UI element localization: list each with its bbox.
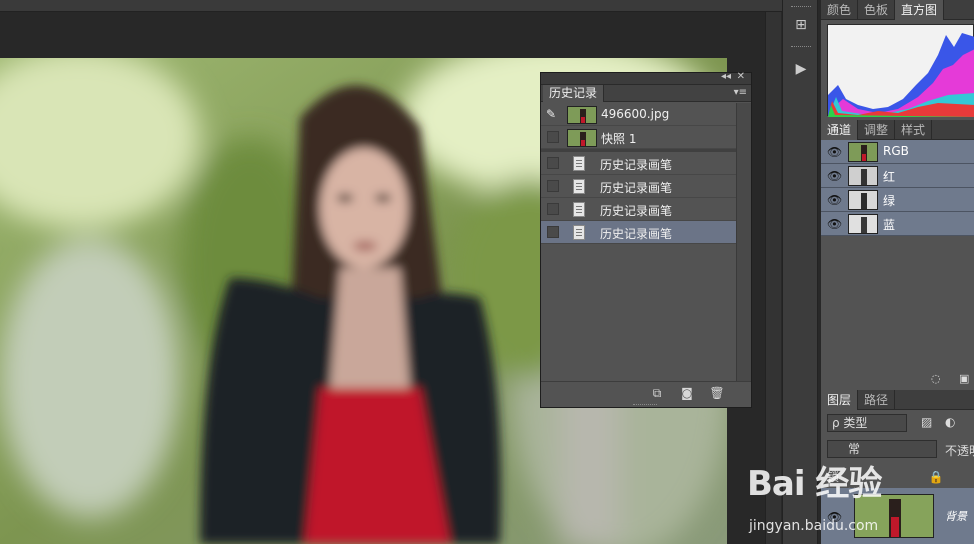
history-state[interactable]: 历史记录画笔 <box>541 175 736 198</box>
history-tab-bar: 历史记录 ▾≡ <box>541 85 751 102</box>
panel-gripper-icon[interactable] <box>791 6 811 9</box>
history-brush-source-icon[interactable]: ✎ <box>546 107 560 121</box>
history-brush-source-checkbox[interactable] <box>547 226 559 238</box>
channel-row[interactable]: 👁 蓝 <box>821 212 974 236</box>
history-state-icon <box>573 202 585 217</box>
history-state-icon <box>573 156 585 171</box>
snapshot-label: 快照 1 <box>601 132 637 146</box>
history-state[interactable]: 历史记录画笔 <box>541 198 736 221</box>
filter-adjustment-icon[interactable]: ◐ <box>945 415 955 429</box>
tab-swatches[interactable]: 色板 <box>858 0 896 20</box>
history-brush-source-checkbox[interactable] <box>547 157 559 169</box>
lock-label: 锁 <box>827 470 840 484</box>
new-document-from-state-icon[interactable]: ⧉ <box>649 386 665 400</box>
layer-thumbnail <box>854 494 934 538</box>
histogram-graph <box>827 24 974 117</box>
history-state-label: 历史记录画笔 <box>600 158 673 172</box>
snapshot-thumbnail <box>567 106 597 124</box>
histogram-panel: 颜色 色板 直方图 <box>821 0 974 120</box>
channel-row[interactable]: 👁 RGB <box>821 140 974 164</box>
history-state-label: 历史记录画笔 <box>600 181 673 195</box>
layers-panel: 图层路径 ρ 类型 ▨ ◐ 常 不透明 锁 🔒 填 👁 背景 <box>821 390 974 544</box>
channels-tab-bar: 通道 调整 样式 <box>821 120 974 140</box>
lock-icon[interactable]: 🔒 <box>929 470 944 484</box>
channel-label: 红 <box>883 170 896 184</box>
history-scrollbar[interactable] <box>736 103 751 383</box>
tab-adjustments[interactable]: 调整 <box>858 120 896 140</box>
layer-row-background[interactable]: 👁 背景 <box>821 488 974 544</box>
tab-channels[interactable]: 通道 <box>821 120 859 140</box>
tab-histogram[interactable]: 直方图 <box>895 0 945 20</box>
history-brush-source-checkbox[interactable] <box>547 203 559 215</box>
blend-mode-dropdown[interactable]: 常 <box>827 440 937 458</box>
collapse-panel-icon[interactable]: ◂◂ <box>721 71 731 82</box>
history-snapshot[interactable]: 快照 1 <box>541 126 736 149</box>
channel-label: RGB <box>883 144 909 158</box>
snapshot-source-label: 496600.jpg <box>601 107 670 121</box>
channel-thumbnail <box>848 190 878 210</box>
history-panel-titlebar[interactable]: ◂◂ ✕ <box>541 71 751 85</box>
play-action-icon[interactable]: ▶ <box>789 58 813 80</box>
history-state[interactable]: 历史记录画笔 <box>541 152 736 175</box>
panel-dock-strip: ⊞ ▶ <box>782 0 818 544</box>
load-selection-icon[interactable]: ◌ <box>931 372 941 385</box>
snapshot-thumbnail <box>567 129 597 147</box>
channel-label: 绿 <box>883 194 896 208</box>
histogram-tab-bar: 颜色 色板 直方图 <box>821 0 974 20</box>
trash-icon[interactable]: 🗑 <box>709 386 725 400</box>
workspace-vertical-scrollbar[interactable] <box>765 12 781 544</box>
tab-layers[interactable]: 图层 <box>821 390 859 410</box>
history-snapshot-source[interactable]: ✎ 496600.jpg <box>541 103 736 126</box>
channel-thumbnail <box>848 142 878 162</box>
history-state-icon <box>573 179 585 194</box>
eye-icon[interactable]: 👁 <box>827 169 842 183</box>
layers-tab-bar: 图层 路径 <box>821 390 974 410</box>
camera-icon[interactable]: ◙ <box>679 386 695 400</box>
resize-grip[interactable] <box>633 404 657 407</box>
layer-filter-dropdown[interactable]: ρ 类型 <box>827 414 907 432</box>
tab-color[interactable]: 颜色 <box>821 0 859 20</box>
history-state-selected[interactable]: 历史记录画笔 <box>541 221 736 244</box>
opacity-label: 不透明 <box>945 444 974 458</box>
tab-paths[interactable]: 路径 <box>858 390 896 410</box>
channel-thumbnail <box>848 214 878 234</box>
save-selection-icon[interactable]: ▣ <box>959 372 969 385</box>
eye-icon[interactable]: 👁 <box>827 217 842 231</box>
history-footer: ⧉ ◙ 🗑 <box>541 381 751 407</box>
eye-icon[interactable]: 👁 <box>827 145 842 159</box>
history-state-label: 历史记录画笔 <box>600 227 673 241</box>
history-state-label: 历史记录画笔 <box>600 204 673 218</box>
tab-styles[interactable]: 样式 <box>895 120 933 140</box>
history-brush-source-checkbox[interactable] <box>547 131 559 143</box>
history-panel: ◂◂ ✕ 历史记录 ▾≡ ✎ 496600.jpg 快照 1 历史记录画笔 历史… <box>540 71 752 408</box>
channel-row[interactable]: 👁 绿 <box>821 188 974 212</box>
eye-icon[interactable]: 👁 <box>827 193 842 207</box>
eye-icon[interactable]: 👁 <box>827 510 842 524</box>
history-state-icon <box>573 225 585 240</box>
channel-label: 蓝 <box>883 218 896 232</box>
filter-pixel-icon[interactable]: ▨ <box>921 415 932 429</box>
panel-gripper-icon[interactable] <box>791 46 811 49</box>
close-icon[interactable]: ✕ <box>737 71 745 82</box>
panel-menu-icon[interactable]: ▾≡ <box>734 87 747 98</box>
channels-panel: 通道 调整 样式 👁 RGB 👁 红 👁 绿 👁 蓝 ◌ ▣ <box>821 120 974 390</box>
layer-name: 背景 <box>945 510 967 523</box>
history-panel-icon[interactable]: ⊞ <box>789 14 813 36</box>
tab-history[interactable]: 历史记录 <box>543 85 605 102</box>
history-state-list: ✎ 496600.jpg 快照 1 历史记录画笔 历史记录画笔 历史记录画笔 历… <box>541 103 736 383</box>
channel-row[interactable]: 👁 红 <box>821 164 974 188</box>
channel-thumbnail <box>848 166 878 186</box>
document-title-bar <box>0 0 782 12</box>
history-brush-source-checkbox[interactable] <box>547 180 559 192</box>
